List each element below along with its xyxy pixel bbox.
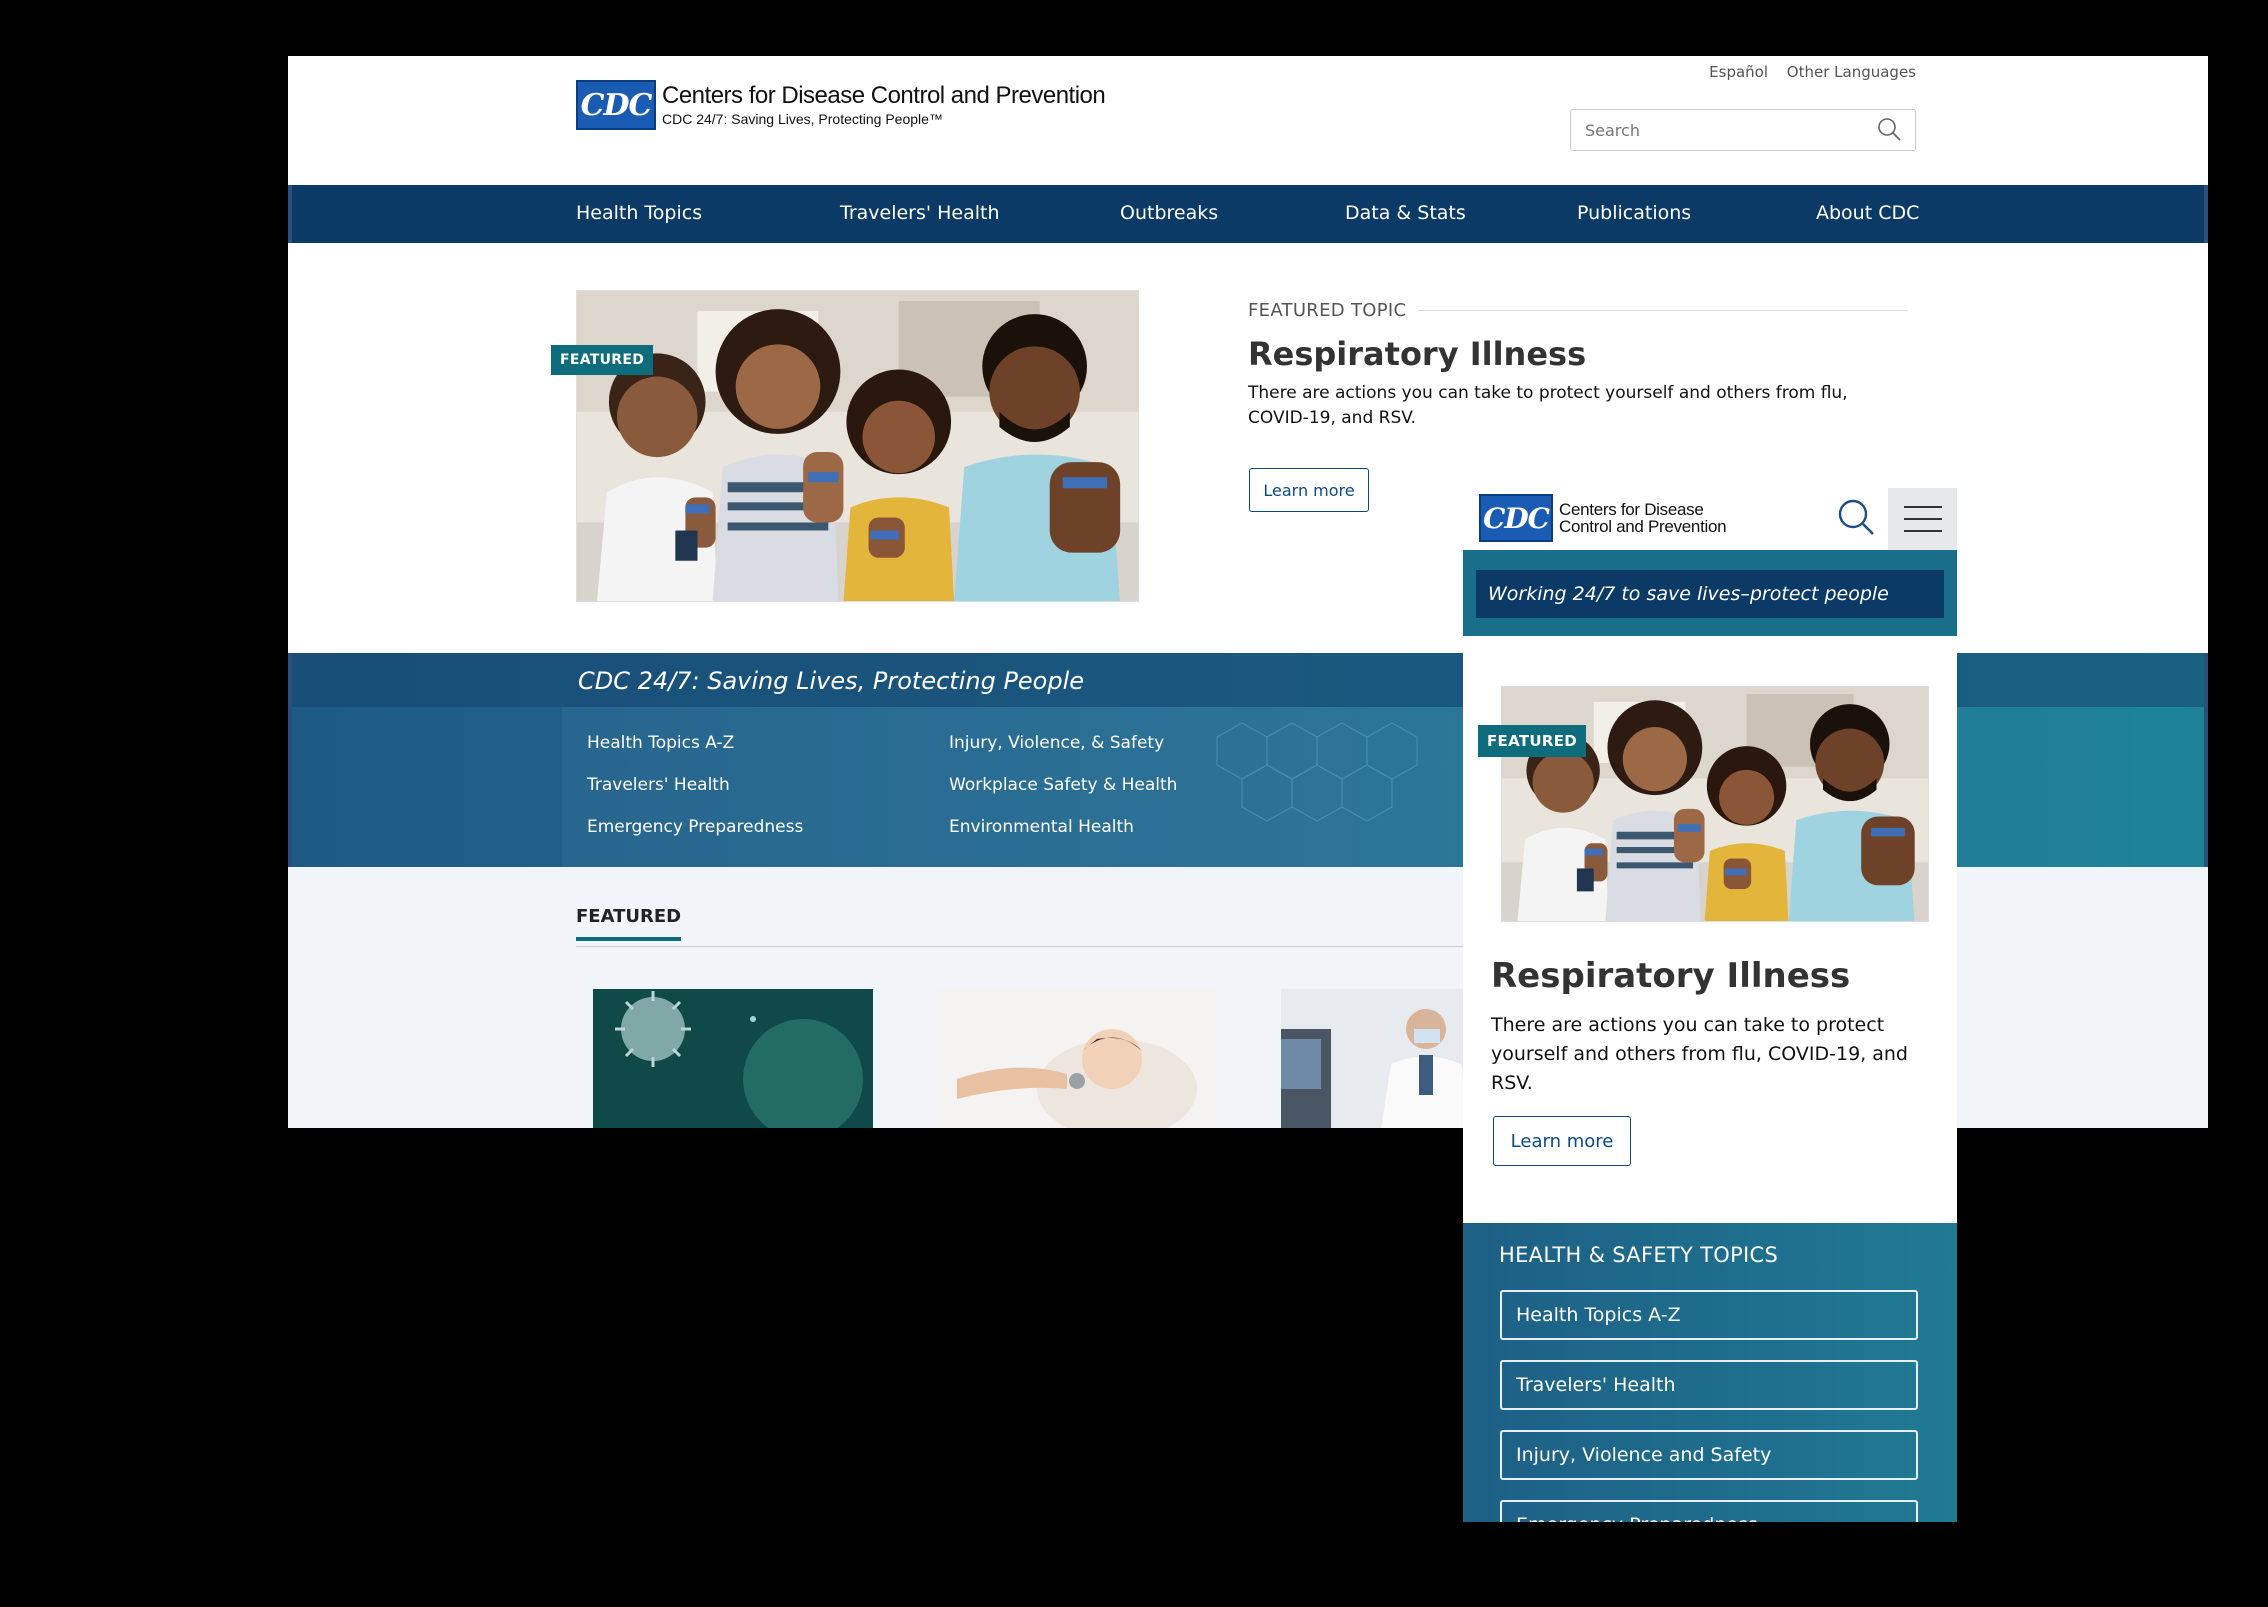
featured-topic: FEATURED TOPIC Respiratory Illness There… [1248, 300, 1908, 431]
featured-topic-title[interactable]: Respiratory Illness [1491, 956, 1850, 996]
search-icon[interactable] [1833, 494, 1879, 540]
card-image-virus[interactable] [593, 989, 873, 1128]
menu-bar [1903, 506, 1942, 508]
nav-data-stats[interactable]: Data & Stats [1345, 202, 1466, 224]
nav-health-topics[interactable]: Health Topics [576, 202, 702, 224]
org-name-line2: Control and Prevention [1559, 517, 1727, 536]
band-link-workplace-safety[interactable]: Workplace Safety & Health [949, 775, 1177, 795]
band-link-travelers-health[interactable]: Travelers' Health [587, 775, 730, 795]
featured-topic-desc: There are actions you can take to protec… [1248, 383, 1848, 428]
topic-button-health-topics-az[interactable]: Health Topics A-Z [1500, 1290, 1918, 1340]
topic-button-travelers-health[interactable]: Travelers' Health [1500, 1360, 1918, 1410]
mobile-tagline: Working 24/7 to save lives–protect peopl… [1476, 570, 1944, 618]
health-safety-topics: HEALTH & SAFETY TOPICS Health Topics A-Z… [1463, 1223, 1957, 1522]
topics-heading: HEALTH & SAFETY TOPICS [1499, 1243, 1779, 1267]
org-tagline: CDC 24/7: Saving Lives, Protecting Peopl… [662, 111, 943, 127]
featured-topic-desc: There are actions you can take to protec… [1491, 1014, 1908, 1094]
org-name-block: Centers for Disease Control and Preventi… [662, 82, 1106, 127]
featured-topic-label: FEATURED TOPIC [1248, 300, 1407, 321]
hamburger-menu-icon[interactable] [1888, 488, 1957, 550]
topic-button-emergency-preparedness[interactable]: Emergency Preparedness [1500, 1500, 1918, 1522]
language-links: Español Other Languages [1695, 63, 1916, 81]
topic-button-injury-violence-safety[interactable]: Injury, Violence and Safety [1500, 1430, 1918, 1480]
menu-bar [1903, 518, 1942, 520]
search-box [1570, 109, 1916, 151]
mobile-tagline-band: Working 24/7 to save lives–protect peopl… [1463, 550, 1957, 636]
lang-link-other[interactable]: Other Languages [1787, 63, 1916, 81]
search-icon[interactable] [1873, 113, 1907, 147]
cdc-logo: CDC [576, 80, 656, 130]
org-name-block: Centers for Disease Control and Preventi… [1559, 500, 1727, 536]
learn-more-button[interactable]: Learn more [1249, 468, 1369, 512]
cdc-logo: CDC [1479, 494, 1553, 542]
band-link-health-topics-az[interactable]: Health Topics A-Z [587, 733, 734, 753]
featured-topic-eyebrow: FEATURED TOPIC [1248, 300, 1908, 321]
nav-travelers-health[interactable]: Travelers' Health [840, 202, 1000, 224]
menu-bar [1903, 530, 1942, 532]
cdc-logo-link[interactable]: CDC Centers for Disease Control and Prev… [1479, 494, 1727, 542]
learn-more-button[interactable]: Learn more [1493, 1116, 1631, 1166]
org-name-line1: Centers for Disease [1559, 500, 1704, 519]
band-link-environmental-health[interactable]: Environmental Health [949, 817, 1134, 837]
nav-publications[interactable]: Publications [1577, 202, 1691, 224]
featured-image[interactable] [576, 290, 1139, 602]
band-tagline: CDC 24/7: Saving Lives, Protecting Peopl… [578, 667, 1085, 695]
nav-outbreaks[interactable]: Outbreaks [1120, 202, 1218, 224]
divider [1418, 310, 1908, 311]
band-link-emergency-preparedness[interactable]: Emergency Preparedness [587, 817, 803, 837]
band-link-injury-violence-safety[interactable]: Injury, Violence, & Safety [949, 733, 1164, 753]
org-name: Centers for Disease Control and Preventi… [662, 82, 1106, 109]
featured-topic-title[interactable]: Respiratory Illness [1248, 335, 1908, 373]
card-image-baby[interactable] [937, 989, 1217, 1128]
mobile-header: CDC Centers for Disease Control and Prev… [1463, 488, 1957, 550]
lang-link-espanol[interactable]: Español [1709, 63, 1768, 81]
search-input[interactable] [1583, 119, 1873, 141]
featured-image[interactable] [1501, 686, 1929, 922]
featured-badge: FEATURED [1478, 725, 1586, 757]
mobile-window: CDC Centers for Disease Control and Prev… [1463, 488, 1957, 1522]
main-nav: Health Topics Travelers' Health Outbreak… [288, 185, 2208, 243]
featured-section-title: FEATURED [576, 906, 682, 941]
nav-about-cdc[interactable]: About CDC [1816, 202, 1919, 224]
featured-badge: FEATURED [551, 345, 654, 375]
cdc-logo-link[interactable]: CDC Centers for Disease Control and Prev… [576, 80, 1106, 130]
